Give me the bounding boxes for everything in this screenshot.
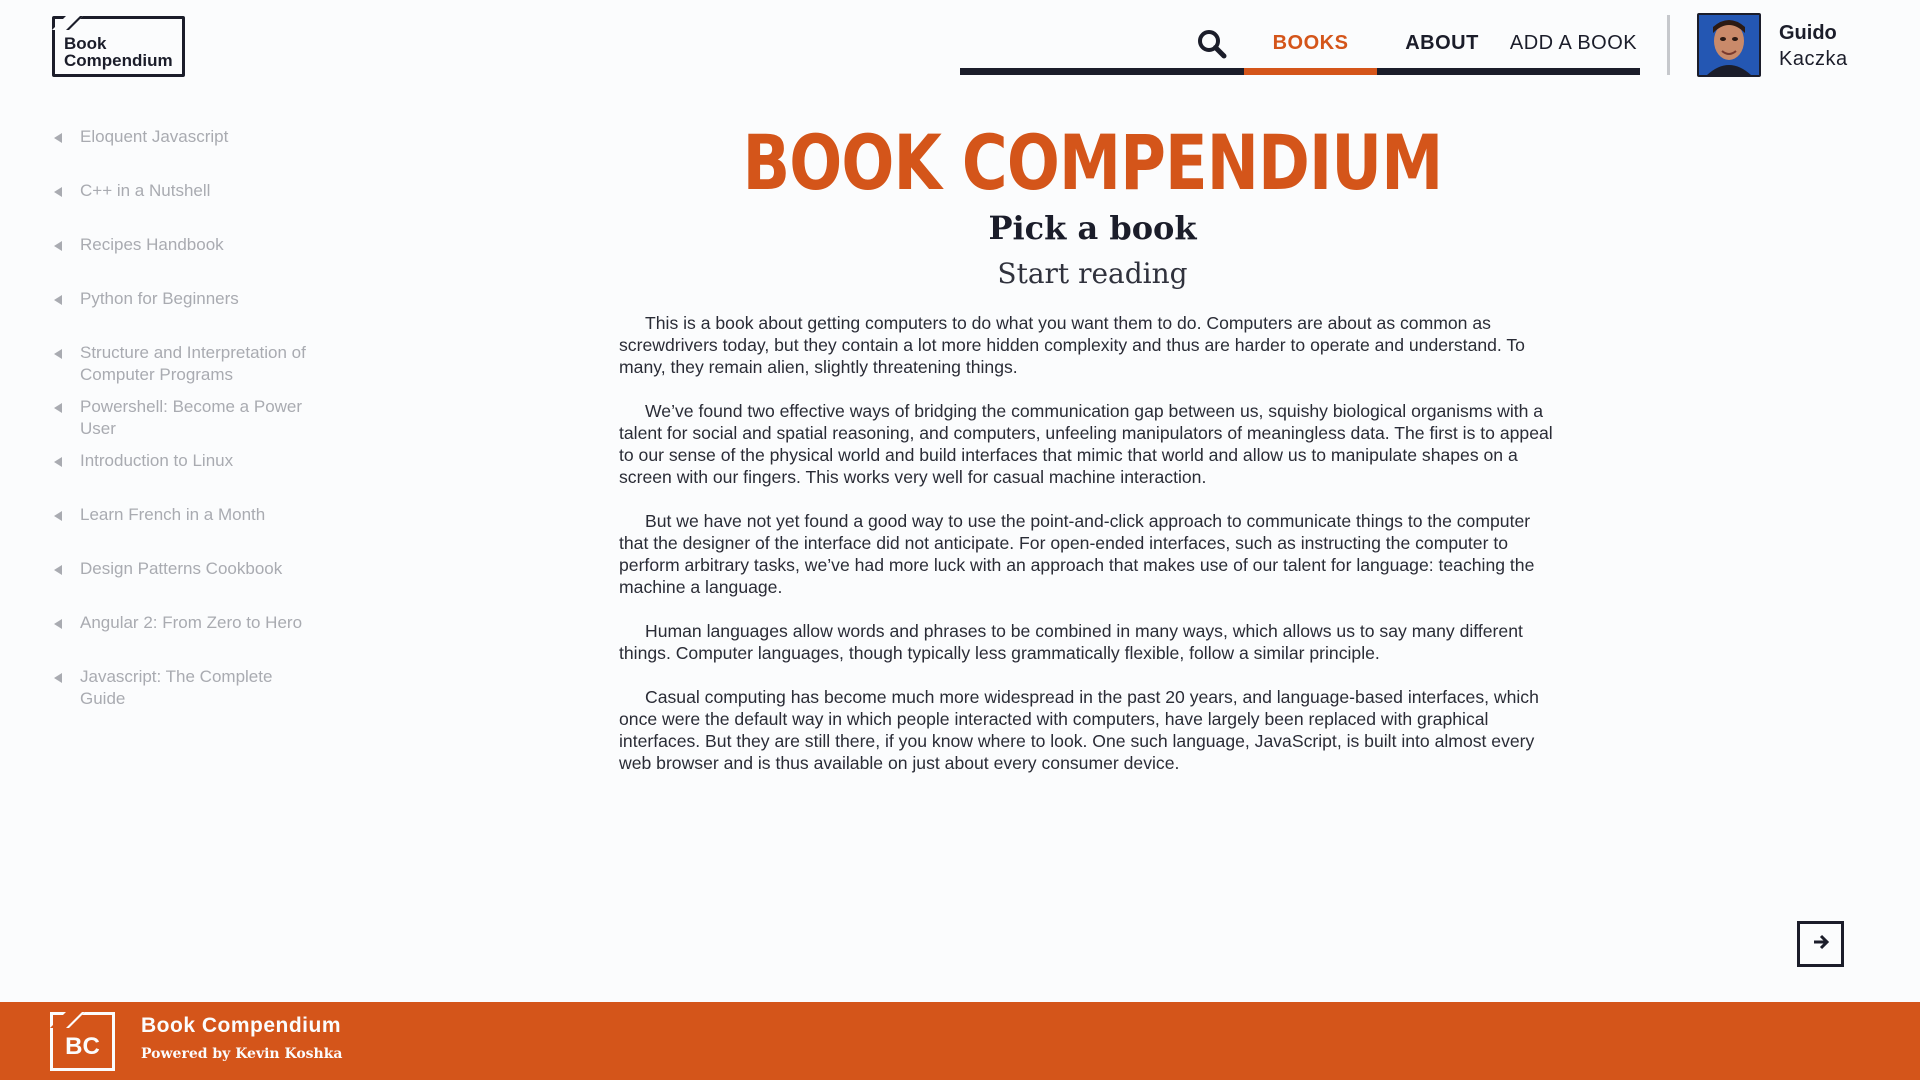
sidebar-item-label: Design Patterns Cookbook [80,559,283,578]
arrow-right-icon [1811,932,1831,957]
bullet-icon [54,565,62,575]
paragraph: This is a book about getting computers t… [619,313,1525,377]
paragraph: But we have not yet found a good way to … [619,511,1535,597]
page-tagline: Start reading [997,257,1188,290]
sidebar-item-label: Powershell: Become a Power User [80,397,303,438]
bullet-icon [54,187,62,197]
header: Book Compendium BOOKS ABOUT ADD A BOOK G… [0,0,1920,100]
sidebar-item-python-for-beginners[interactable]: Python for Beginners [52,288,322,310]
sidebar-item-label: Learn French in a Month [80,505,266,524]
brand-logo[interactable]: Book Compendium [52,16,185,77]
nav-books[interactable]: BOOKS [1244,32,1377,62]
book-text: This is a book about getting computers t… [619,312,1564,796]
user-last-name[interactable]: Kaczka [1779,48,1848,71]
next-page-button[interactable] [1797,921,1844,967]
sidebar-item-recipes-handbook[interactable]: Recipes Handbook [52,234,322,256]
sidebar-item-learn-french[interactable]: Learn French in a Month [52,504,322,526]
page-title: BOOK COMPENDIUM [742,118,1444,207]
sidebar-item-sicp[interactable]: Structure and Interpretation of Computer… [52,342,322,386]
sidebar-item-label: C++ in a Nutshell [80,181,211,200]
header-divider [1667,15,1670,75]
page-subtitle: Pick a book [988,209,1197,247]
logo-line-1: Book [64,34,107,53]
paragraph: Human languages allow words and phrases … [619,621,1523,663]
footer-title: Book Compendium [141,1014,341,1037]
avatar[interactable] [1697,13,1761,77]
paragraph: Casual computing has become much more wi… [619,687,1539,773]
sidebar-item-label: Javascript: The Complete Guide [80,667,273,708]
bullet-icon [54,295,62,305]
nav-add-a-book[interactable]: ADD A BOOK [1507,32,1640,62]
footer-logo[interactable]: BC [50,1012,115,1071]
nav-active-indicator [1244,68,1377,75]
bullet-icon [54,133,62,143]
sidebar-item-label: Eloquent Javascript [80,127,229,146]
bullet-icon [54,403,62,413]
bullet-icon [54,511,62,521]
bullet-icon [54,349,62,359]
paragraph: We’ve found two effective ways of bridgi… [619,401,1553,487]
footer-credit: Powered by Kevin Koshka [141,1046,343,1062]
sidebar-item-cpp-in-a-nutshell[interactable]: C++ in a Nutshell [52,180,322,202]
sidebar-item-introduction-to-linux[interactable]: Introduction to Linux [52,450,322,472]
sidebar-item-eloquent-javascript[interactable]: Eloquent Javascript [52,126,322,148]
footer: BC Book Compendium Powered by Kevin Kosh… [0,1002,1920,1080]
logo-line-2: Compendium [64,51,173,70]
sidebar-item-label: Recipes Handbook [80,235,224,254]
sidebar-item-powershell[interactable]: Powershell: Become a Power User [52,396,322,440]
sidebar-item-label: Structure and Interpretation of Computer… [80,343,306,384]
sidebar-item-design-patterns[interactable]: Design Patterns Cookbook [52,558,322,580]
bullet-icon [54,457,62,467]
bullet-icon [54,673,62,683]
sidebar-item-label: Angular 2: From Zero to Hero [80,613,303,632]
user-first-name[interactable]: Guido [1779,22,1837,45]
sidebar-item-label: Python for Beginners [80,289,239,308]
nav-about[interactable]: ABOUT [1377,32,1507,62]
sidebar-item-label: Introduction to Linux [80,451,234,470]
search-icon[interactable] [1196,28,1228,60]
bullet-icon [54,241,62,251]
sidebar-item-javascript-complete-guide[interactable]: Javascript: The Complete Guide [52,666,322,710]
sidebar-item-angular-2[interactable]: Angular 2: From Zero to Hero [52,612,322,634]
bullet-icon [54,619,62,629]
